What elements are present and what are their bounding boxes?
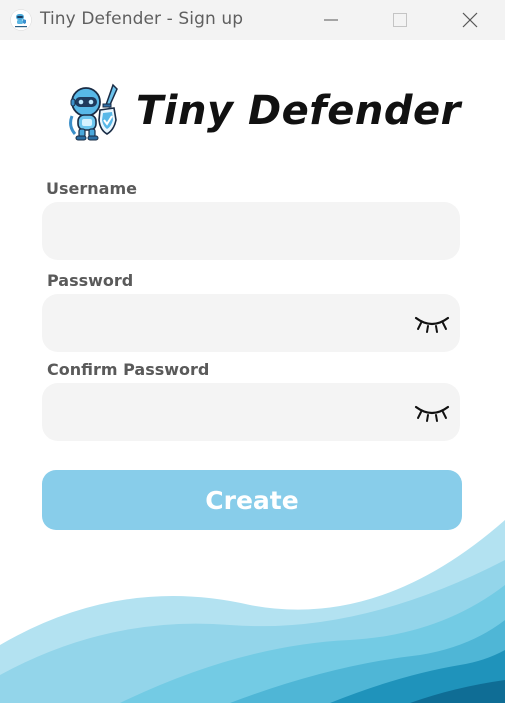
username-label: Username [46, 179, 137, 198]
confirm-password-label: Confirm Password [47, 360, 210, 379]
password-label: Password [47, 271, 134, 290]
confirm-password-input[interactable] [58, 383, 422, 443]
minimize-button[interactable] [308, 0, 354, 40]
robot-knight-icon [69, 83, 118, 141]
title-bar[interactable]: Tiny Defender - Sign up [0, 0, 505, 40]
maximize-icon [393, 13, 407, 27]
password-field-container[interactable] [42, 294, 460, 354]
minimize-icon [324, 19, 338, 21]
eye-closed-icon[interactable] [414, 310, 450, 334]
password-input[interactable] [58, 294, 422, 354]
brand-title: Tiny Defender [136, 88, 461, 134]
app-icon [10, 9, 32, 31]
wave-decoration [0, 520, 505, 703]
close-icon [462, 12, 478, 28]
username-field-container[interactable] [42, 202, 460, 262]
username-input[interactable] [58, 202, 422, 262]
create-button-label: Create [205, 485, 299, 515]
close-button[interactable] [447, 0, 493, 40]
maximize-button[interactable] [377, 0, 423, 40]
confirm-password-field-container[interactable] [42, 383, 460, 443]
signup-window: Tiny Defender - Sign up Tiny Defender Us… [0, 0, 505, 703]
eye-closed-icon[interactable] [414, 399, 450, 423]
window-title: Tiny Defender - Sign up [40, 9, 244, 29]
